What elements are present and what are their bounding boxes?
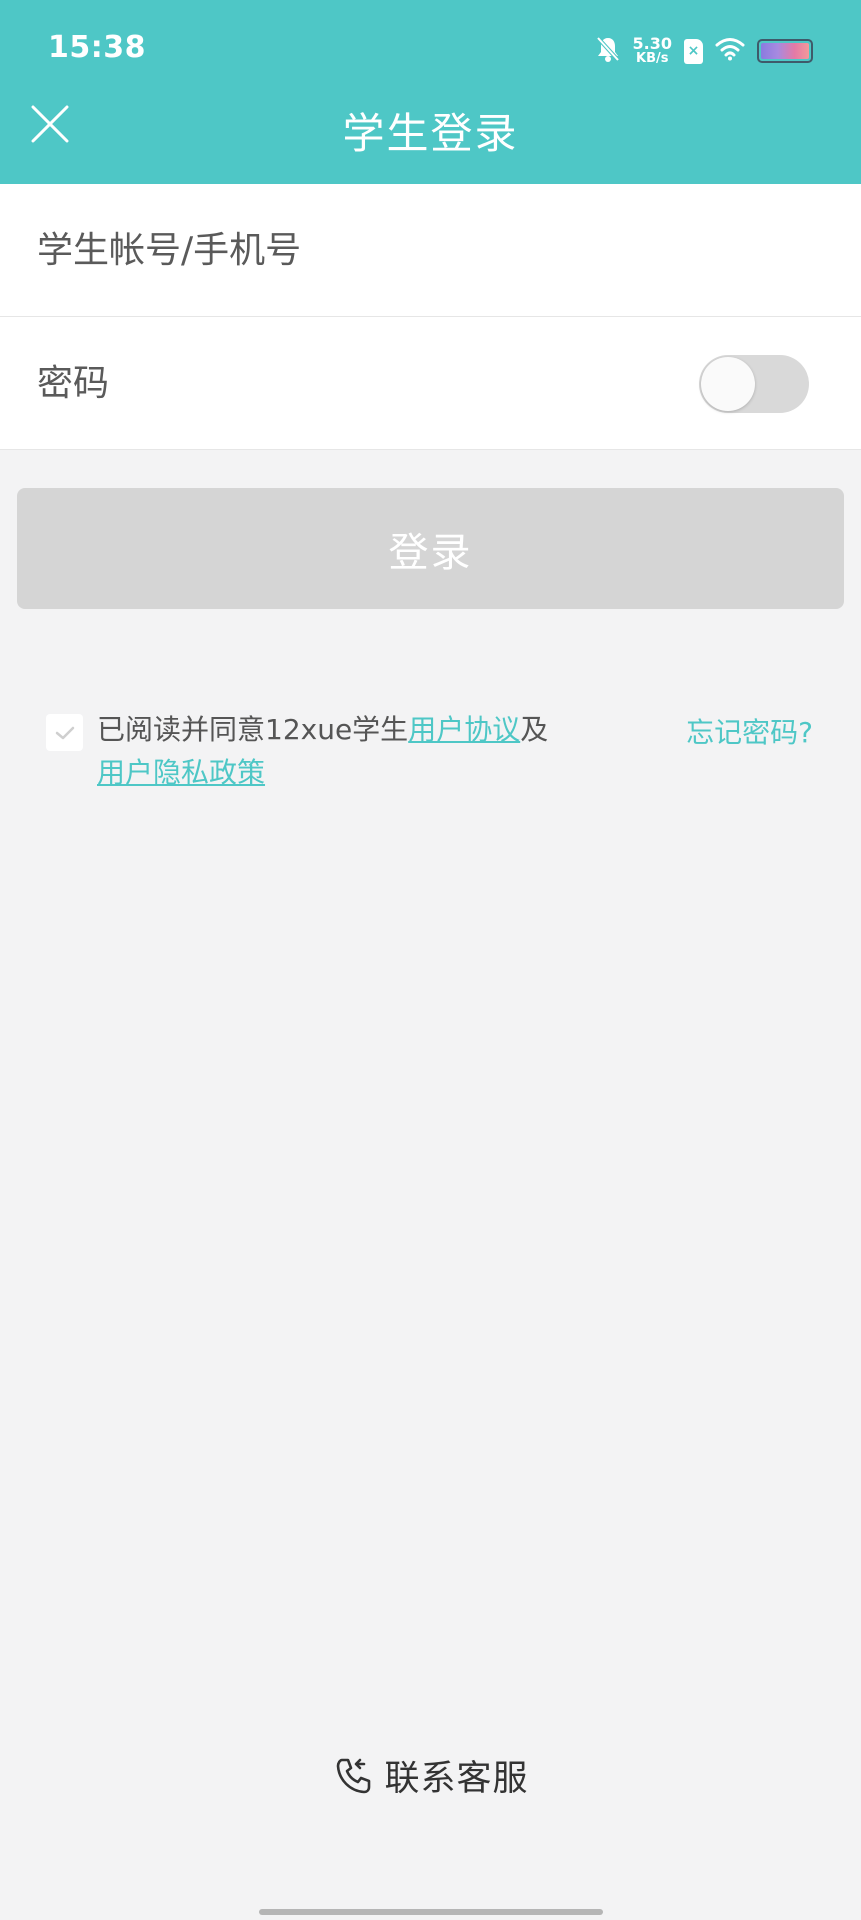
agreement-text: 已阅读并同意12xue学生用户协议及用户隐私政策	[97, 708, 577, 794]
login-button[interactable]: 登录	[17, 488, 844, 609]
agreement-prefix: 已阅读并同意12xue学生	[97, 713, 409, 746]
home-indicator[interactable]	[259, 1909, 603, 1915]
status-icons: 5.30 KB/s ×	[595, 34, 813, 68]
phone-call-icon	[337, 1758, 371, 1793]
login-screen: 15:38 5.30 KB/s × 学生登录 学生帐号/手机号 登录 已阅读并同…	[0, 0, 861, 1920]
login-form	[0, 184, 861, 450]
status-time: 15:38	[48, 30, 146, 65]
battery-icon	[757, 39, 813, 63]
sim-icon: ×	[684, 38, 703, 64]
privacy-policy-link[interactable]: 用户隐私政策	[97, 756, 265, 789]
page-title: 学生登录	[342, 109, 519, 158]
forgot-password-link[interactable]: 忘记密码?	[686, 711, 813, 754]
password-row	[0, 317, 861, 450]
show-password-toggle[interactable]	[699, 355, 809, 413]
top-bar: 15:38 5.30 KB/s × 学生登录	[0, 0, 861, 184]
account-input[interactable]	[37, 184, 777, 317]
customer-service-label: 联系客服	[384, 1759, 529, 1799]
check-icon	[55, 726, 74, 739]
wifi-icon	[715, 37, 745, 65]
battery-level	[761, 43, 809, 59]
network-speed-unit: KB/s	[636, 51, 669, 66]
network-speed: 5.30 KB/s	[632, 34, 672, 67]
agreement-checkbox[interactable]	[46, 714, 83, 751]
password-input[interactable]	[37, 317, 637, 450]
network-speed-value: 5.30	[632, 34, 672, 53]
toggle-knob	[701, 357, 755, 411]
agreement-connector: 及	[520, 713, 549, 746]
bell-muted-icon	[595, 35, 621, 67]
user-agreement-link[interactable]: 用户协议	[408, 713, 520, 746]
customer-service-button[interactable]: 联系客服	[0, 1750, 861, 1801]
account-row	[0, 184, 861, 317]
